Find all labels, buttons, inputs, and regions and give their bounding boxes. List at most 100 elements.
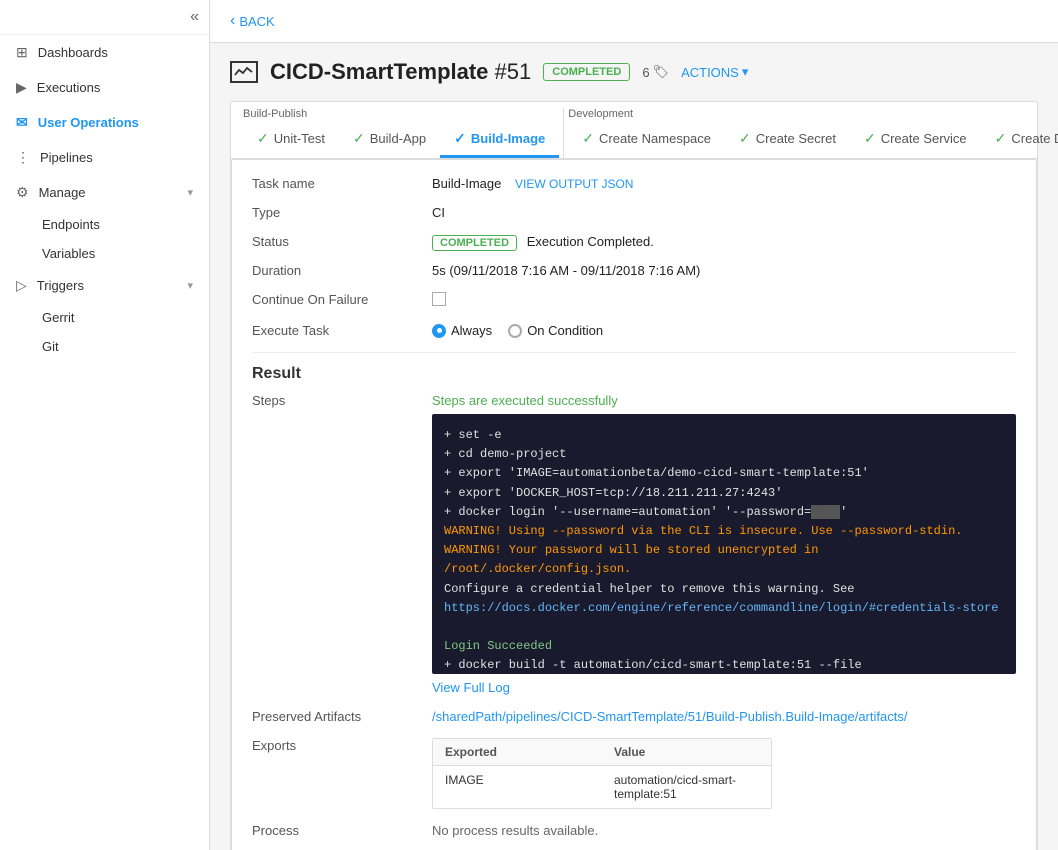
terminal-output: + set -e + cd demo-project + export 'IMA… [432,414,1016,674]
sidebar-collapse[interactable]: « [0,0,209,35]
sidebar-group-manage: ⚙ Manage ▾ Endpoints Variables [0,175,209,268]
page-title: CICD-SmartTemplate #51 [270,59,531,85]
radio-on-condition-label: On Condition [527,323,603,338]
dashboards-icon: ⊞ [16,44,28,61]
steps-value: Steps are executed successfully + set -e… [432,393,1016,695]
actions-button[interactable]: ACTIONS ▾ [681,64,748,80]
tab-build-image[interactable]: ✓ Build-Image [440,122,559,158]
task-name-text: Build-Image [432,176,501,191]
exports-label: Exports [252,738,432,753]
continue-on-failure-row: Continue On Failure [252,292,1016,309]
continue-on-failure-checkbox[interactable] [432,292,446,306]
build-app-check-icon: ✓ [353,130,365,147]
manage-chevron: ▾ [187,186,193,199]
create-service-check-icon: ✓ [864,130,876,147]
task-name-value: Build-Image VIEW OUTPUT JSON [432,176,1016,191]
tab-create-deployment-label: Create Deployment [1011,131,1058,146]
git-label: Git [42,339,59,354]
tab-create-namespace-label: Create Namespace [599,131,711,146]
radio-always-label: Always [451,323,492,338]
terminal-line-4: + docker login '--username=automation' '… [444,503,1004,522]
actions-chevron: ▾ [742,64,749,80]
radio-always[interactable]: Always [432,323,492,338]
artifacts-path[interactable]: /sharedPath/pipelines/CICD-SmartTemplate… [432,709,907,724]
view-full-log-link[interactable]: View Full Log [432,680,1016,695]
user-operations-icon: ✉ [16,114,28,131]
group2-tabs: ✓ Create Namespace ✓ Create Secret ✓ Cre… [568,122,1058,158]
exports-image-key: IMAGE [433,766,602,808]
execute-task-radio-group: Always On Condition [432,323,1016,338]
status-row: Status COMPLETED Execution Completed. [252,234,1016,249]
terminal-line-1: + cd demo-project [444,445,1004,464]
variables-label: Variables [42,246,95,261]
status-badge: COMPLETED [543,63,630,81]
exports-table-row: IMAGE automation/cicd-smart-template:51 [433,766,771,808]
tab-create-deployment[interactable]: ✓ Create Deployment [981,122,1058,158]
sidebar-sub-endpoints[interactable]: Endpoints [0,210,209,239]
tab-build-image-label: Build-Image [471,131,545,146]
exports-col2: Value [602,739,771,765]
task-name-label: Task name [252,176,432,191]
terminal-line-6: WARNING! Your password will be stored un… [444,541,1004,579]
execute-task-row: Execute Task Always On Condition [252,323,1016,338]
continue-on-failure-value [432,292,1016,309]
divider [252,352,1016,353]
steps-success-text: Steps are executed successfully [432,393,1016,408]
view-json-link[interactable]: VIEW OUTPUT JSON [515,177,633,191]
artifacts-row: Preserved Artifacts /sharedPath/pipeline… [252,709,1016,724]
status-label: Status [252,234,432,249]
tab-unit-test-label: Unit-Test [274,131,325,146]
sidebar-sub-git[interactable]: Git [0,332,209,361]
terminal-line-0: + set -e [444,426,1004,445]
sidebar-sub-variables[interactable]: Variables [0,239,209,268]
terminal-line-11: + docker build -t automation/cicd-smart-… [444,656,1004,674]
terminal-line-8: https://docs.docker.com/engine/reference… [444,599,1004,618]
tab-create-service[interactable]: ✓ Create Service [850,122,981,158]
type-row: Type CI [252,205,1016,220]
sidebar-group-triggers: ▷ Triggers ▾ Gerrit Git [0,268,209,361]
status-value: COMPLETED Execution Completed. [432,234,1016,249]
create-deployment-check-icon: ✓ [995,130,1007,147]
back-nav: BACK [210,0,1058,43]
tag-count: 6 🏷 [642,64,669,80]
sidebar-item-pipelines[interactable]: ⋮ Pipelines [0,140,209,175]
result-title: Result [252,365,1016,383]
unit-test-check-icon: ✓ [257,130,269,147]
type-label: Type [252,205,432,220]
sidebar-item-executions[interactable]: ▶ Executions [0,70,209,105]
tab-build-app[interactable]: ✓ Build-App [339,122,440,158]
content-area: CICD-SmartTemplate #51 COMPLETED 6 🏷 ACT… [210,43,1058,850]
sidebar-item-dashboards[interactable]: ⊞ Dashboards [0,35,209,70]
tab-create-secret-label: Create Secret [756,131,836,146]
manage-label: Manage [39,185,86,200]
triggers-header[interactable]: ▷ Triggers ▾ [0,268,209,303]
result-section: Result Steps Steps are executed successf… [252,365,1016,850]
collapse-icon[interactable]: « [190,8,199,26]
pipeline-group1: Build-Publish ✓ Unit-Test ✓ Build-App ✓ [243,102,559,158]
terminal-line-3: + export 'DOCKER_HOST=tcp://18.211.211.2… [444,484,1004,503]
gerrit-label: Gerrit [42,310,75,325]
steps-row: Steps Steps are executed successfully + … [252,393,1016,695]
duration-value: 5s (09/11/2018 7:16 AM - 09/11/2018 7:16… [432,263,1016,278]
terminal-line-2: + export 'IMAGE=automationbeta/demo-cicd… [444,464,1004,483]
sidebar-sub-gerrit[interactable]: Gerrit [0,303,209,332]
title-prefix: CICD-SmartTemplate [270,59,488,84]
triggers-label: Triggers [37,278,84,293]
tab-create-secret[interactable]: ✓ Create Secret [725,122,850,158]
sidebar-item-executions-label: Executions [37,80,101,95]
back-button[interactable]: BACK [230,12,1038,30]
radio-on-condition[interactable]: On Condition [508,323,603,338]
triggers-chevron: ▾ [187,279,193,292]
tab-unit-test[interactable]: ✓ Unit-Test [243,122,339,158]
main-content: BACK CICD-SmartTemplate #51 COMPLETED 6 … [210,0,1058,850]
completed-badge: COMPLETED [432,235,517,251]
terminal-line-10: Login Succeeded [444,637,1004,656]
sidebar-item-user-operations[interactable]: ✉ User Operations [0,105,209,140]
detail-panel: Task name Build-Image VIEW OUTPUT JSON T… [231,159,1037,850]
manage-header[interactable]: ⚙ Manage ▾ [0,175,209,210]
artifacts-label: Preserved Artifacts [252,709,432,724]
tab-create-namespace[interactable]: ✓ Create Namespace [568,122,725,158]
duration-row: Duration 5s (09/11/2018 7:16 AM - 09/11/… [252,263,1016,278]
process-row: Process No process results available. [252,823,1016,838]
radio-on-condition-empty [508,324,522,338]
